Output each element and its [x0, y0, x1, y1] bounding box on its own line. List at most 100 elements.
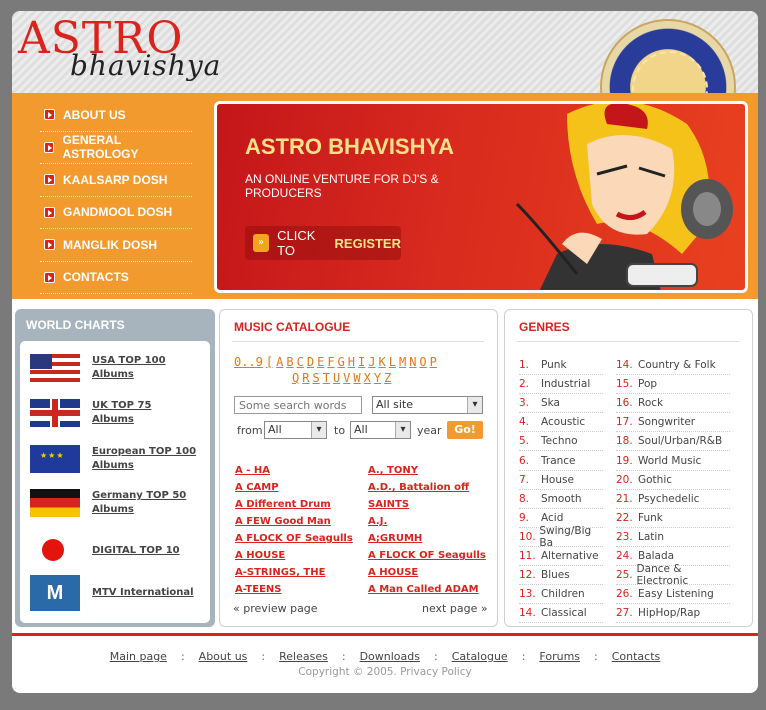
- alphabet-letter[interactable]: F: [327, 355, 334, 369]
- next-page-link[interactable]: next page »: [422, 602, 488, 615]
- nav-item-about-us[interactable]: ABOUT US: [40, 99, 192, 132]
- genre-item[interactable]: 8. Smooth: [519, 490, 603, 509]
- artist-link[interactable]: A.J.: [368, 513, 498, 530]
- genre-name: Children: [541, 588, 585, 601]
- artist-link[interactable]: A-STRINGS, THE: [235, 564, 365, 581]
- footer-link-about-us[interactable]: About us: [199, 650, 248, 663]
- alphabet-letter[interactable]: D: [307, 355, 314, 369]
- artist-link[interactable]: A;GRUMH: [368, 530, 498, 547]
- genre-item[interactable]: 21. Psychedelic: [616, 490, 730, 509]
- go-button[interactable]: Go!: [447, 421, 483, 439]
- alphabet-letter[interactable]: C: [297, 355, 304, 369]
- genre-item[interactable]: 14. Country & Folk: [616, 356, 730, 376]
- artist-link[interactable]: A HOUSE: [235, 547, 365, 564]
- footer-link-main-page[interactable]: Main page: [110, 650, 167, 663]
- artist-link[interactable]: SAINTS: [368, 496, 498, 513]
- alphabet-letter[interactable]: H: [348, 355, 355, 369]
- alphabet-letter[interactable]: [: [266, 355, 273, 369]
- artist-link[interactable]: A FEW Good Man: [235, 513, 365, 530]
- to-select[interactable]: All: [350, 421, 411, 439]
- alphabet-letter[interactable]: G: [338, 355, 345, 369]
- from-select[interactable]: All: [264, 421, 327, 439]
- artist-link[interactable]: A-TEENS: [235, 581, 365, 598]
- genre-item[interactable]: 10. Swing/Big Ba: [519, 525, 603, 549]
- genre-item[interactable]: 15. Pop: [616, 375, 730, 395]
- alphabet-letter[interactable]: 0..9: [234, 355, 263, 369]
- artist-link[interactable]: A - HA: [235, 462, 365, 479]
- alphabet-letter[interactable]: Y: [374, 371, 381, 385]
- footer-link-releases[interactable]: Releases: [279, 650, 328, 663]
- genre-number: 2.: [519, 378, 530, 391]
- alphabet-letter[interactable]: Q: [292, 371, 299, 385]
- alphabet-letter[interactable]: X: [364, 371, 371, 385]
- alphabet-letter[interactable]: A: [276, 355, 283, 369]
- alphabet-letter[interactable]: E: [317, 355, 324, 369]
- scope-select[interactable]: All site: [372, 396, 483, 414]
- alphabet-letter[interactable]: J: [368, 355, 375, 369]
- nav-item-gandmool-dosh[interactable]: GANDMOOL DOSH: [40, 197, 192, 229]
- genre-item[interactable]: 12. Blues: [519, 566, 603, 586]
- alphabet-letter[interactable]: N: [409, 355, 416, 369]
- genre-item[interactable]: 19. World Music: [616, 451, 730, 471]
- register-button[interactable]: » CLICK TO REGISTER: [245, 226, 401, 260]
- artist-link[interactable]: A Man Called ADAM: [368, 581, 498, 598]
- genre-item[interactable]: 11. Alternative: [519, 547, 603, 567]
- nav-item-kaalsarp-dosh[interactable]: KAALSARP DOSH: [40, 164, 192, 197]
- alphabet-letter[interactable]: K: [378, 355, 385, 369]
- genre-item[interactable]: 7. House: [519, 471, 603, 490]
- genre-item[interactable]: 6. Trance: [519, 451, 603, 471]
- alphabet-letter[interactable]: O: [419, 355, 426, 369]
- alphabet-letter[interactable]: U: [333, 371, 340, 385]
- artist-link[interactable]: A., TONY: [368, 462, 498, 479]
- chart-item-uk[interactable]: UK TOP 75 Albums: [30, 396, 172, 430]
- genre-item[interactable]: 1. Punk: [519, 356, 603, 376]
- genre-item[interactable]: 5. Techno: [519, 432, 603, 452]
- genre-item[interactable]: 20. Gothic: [616, 471, 730, 490]
- chart-item-usa[interactable]: USA TOP 100 Albums: [30, 351, 172, 385]
- search-input[interactable]: [234, 396, 362, 414]
- genre-item[interactable]: 25. Dance & Electronic: [616, 563, 730, 587]
- artist-link[interactable]: A FLOCK OF Seagulls: [368, 547, 498, 564]
- genre-item[interactable]: 13. Children: [519, 585, 603, 605]
- chart-item-digital[interactable]: DIGITAL TOP 10: [30, 534, 180, 568]
- chart-item-germany[interactable]: Germany TOP 50 Albums: [30, 486, 192, 520]
- genre-item[interactable]: 27. HipHop/Rap: [616, 604, 730, 624]
- alphabet-letter[interactable]: S: [312, 371, 319, 385]
- genre-item[interactable]: 26. Easy Listening: [616, 585, 730, 605]
- footer-link-forums[interactable]: Forums: [539, 650, 580, 663]
- artist-link[interactable]: A HOUSE: [368, 564, 498, 581]
- artist-link[interactable]: A.D., Battalion off: [368, 479, 498, 496]
- genre-item[interactable]: 14. Classical: [519, 604, 603, 624]
- alphabet-letter[interactable]: W: [353, 371, 360, 385]
- genre-item[interactable]: 16. Rock: [616, 394, 730, 414]
- chart-item-europe[interactable]: European TOP 100 Albums: [30, 442, 202, 476]
- genre-item[interactable]: 2. Industrial: [519, 375, 603, 395]
- genre-item[interactable]: 18. Soul/Urban/R&B: [616, 432, 730, 452]
- artist-link[interactable]: A CAMP: [235, 479, 365, 496]
- genre-item[interactable]: 17. Songwriter: [616, 413, 730, 433]
- alphabet-letter[interactable]: I: [358, 355, 365, 369]
- alphabet-letter[interactable]: L: [389, 355, 396, 369]
- nav-item-manglik-dosh[interactable]: MANGLIK DOSH: [40, 229, 192, 262]
- nav-item-contacts[interactable]: CONTACTS: [40, 262, 192, 294]
- genre-item[interactable]: 23. Latin: [616, 528, 730, 547]
- genre-item[interactable]: 3. Ska: [519, 394, 603, 414]
- logo-bhavishya[interactable]: bhavishya: [70, 49, 221, 82]
- alphabet-letter[interactable]: P: [430, 355, 437, 369]
- artist-link[interactable]: A Different Drum: [235, 496, 365, 513]
- footer-link-contacts[interactable]: Contacts: [612, 650, 661, 663]
- alphabet-letter[interactable]: B: [286, 355, 293, 369]
- artist-link[interactable]: A FLOCK OF Seagulls: [235, 530, 365, 547]
- genre-item[interactable]: 4. Acoustic: [519, 413, 603, 433]
- alphabet-letter[interactable]: M: [399, 355, 406, 369]
- alphabet-letter[interactable]: T: [323, 371, 330, 385]
- alphabet-letter[interactable]: R: [302, 371, 309, 385]
- footer-link-downloads[interactable]: Downloads: [360, 650, 420, 663]
- nav-item-general-astrology[interactable]: GENERAL ASTROLOGY: [40, 132, 192, 164]
- alphabet-letter[interactable]: Z: [384, 371, 391, 385]
- alphabet-letter[interactable]: V: [343, 371, 350, 385]
- preview-page-link[interactable]: « preview page: [233, 602, 318, 615]
- chart-item-mtv[interactable]: M MTV International: [30, 575, 194, 611]
- genre-item[interactable]: 22. Funk: [616, 509, 730, 528]
- footer-link-catalogue[interactable]: Catalogue: [452, 650, 508, 663]
